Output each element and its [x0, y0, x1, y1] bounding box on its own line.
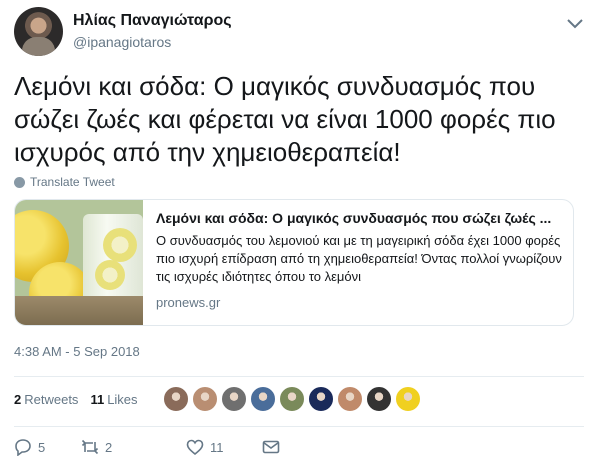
card-title[interactable]: Λεμόνι και σόδα: Ο μαγικός συνδυασμός πο… — [156, 208, 566, 228]
like-count: 11 — [210, 439, 224, 455]
tweet: Ηλίας Παναγιώταρος @ipanagiotaros Λεμόνι… — [0, 0, 599, 475]
translate-tweet-link[interactable]: Translate Tweet — [14, 175, 115, 189]
tweet-timestamp[interactable]: 4:38 AM - 5 Sep 2018 — [14, 344, 140, 359]
tweet-text: Λεμόνι και σόδα: Ο μαγικός συνδυασμός πο… — [14, 71, 556, 167]
liker-avatar[interactable] — [279, 386, 305, 412]
like-button[interactable]: 11 — [186, 438, 262, 456]
divider — [14, 376, 584, 377]
reply-button[interactable]: 5 — [14, 438, 81, 456]
likes-stat[interactable]: 11 Likes — [90, 392, 137, 407]
engagement-stats: 2 Retweets 11 Likes — [14, 392, 138, 407]
chevron-down-icon[interactable] — [566, 17, 584, 31]
liker-avatar[interactable] — [395, 386, 421, 412]
likes-label: Likes — [107, 392, 138, 407]
globe-icon — [14, 176, 25, 188]
card-body: Λεμόνι και σόδα: Ο μαγικός συνδυασμός πο… — [156, 208, 566, 310]
author-name[interactable]: Ηλίας Παναγιώταρος — [73, 12, 232, 30]
author-avatar[interactable] — [14, 7, 63, 56]
tweet-actions: 5 2 11 — [14, 438, 280, 456]
lemon-slice-shape — [103, 228, 137, 262]
divider — [14, 426, 584, 427]
lemon-slice-shape — [95, 260, 125, 290]
retweets-label: Retweets — [24, 392, 79, 407]
translate-label: Translate Tweet — [30, 175, 115, 189]
card-thumbnail — [15, 200, 143, 325]
likes-count: 11 — [90, 392, 105, 407]
reply-icon — [15, 439, 31, 456]
reply-count: 5 — [38, 439, 46, 455]
direct-message-button[interactable] — [262, 438, 280, 456]
retweets-stat[interactable]: 2 Retweets — [14, 392, 78, 407]
retweet-button[interactable]: 2 — [81, 438, 186, 456]
envelope-icon — [262, 440, 280, 454]
liker-avatar[interactable] — [366, 386, 392, 412]
table-surface — [15, 296, 143, 325]
heart-icon — [186, 439, 204, 456]
link-card[interactable]: Λεμόνι και σόδα: Ο μαγικός συνδυασμός πο… — [14, 199, 574, 326]
liker-avatar[interactable] — [192, 386, 218, 412]
retweets-count: 2 — [14, 392, 22, 407]
liker-avatar[interactable] — [163, 386, 189, 412]
liker-avatar[interactable] — [337, 386, 363, 412]
avatar-shirt — [22, 37, 55, 56]
liker-avatar[interactable] — [221, 386, 247, 412]
likers-avatars — [163, 386, 421, 412]
card-description: Ο συνδυασμός του λεμονιού και με τη μαγε… — [156, 233, 562, 284]
liker-avatar[interactable] — [308, 386, 334, 412]
liker-avatar[interactable] — [250, 386, 276, 412]
retweet-icon — [81, 439, 99, 455]
card-domain: pronews.gr — [156, 295, 221, 310]
author-handle[interactable]: @ipanagiotaros — [73, 34, 171, 50]
retweet-count: 2 — [105, 439, 113, 455]
